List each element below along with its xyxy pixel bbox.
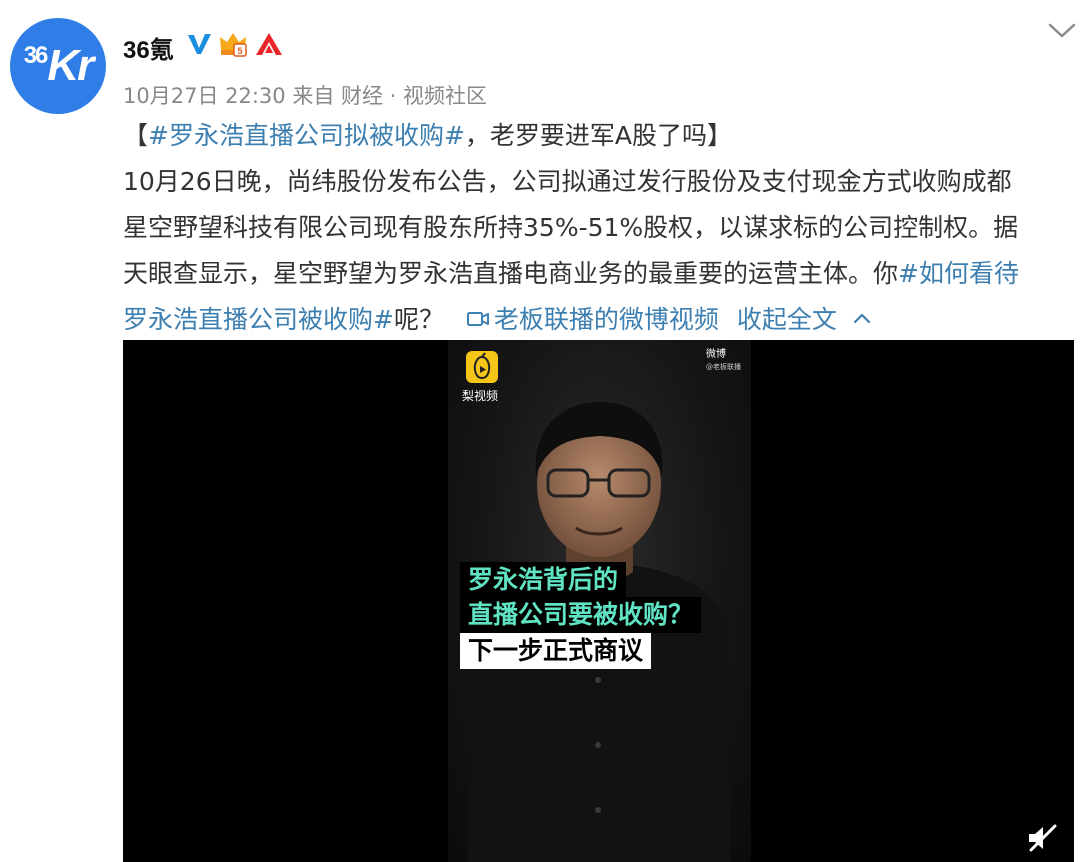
caption-line-1: 罗永浩背后的 [460,562,627,598]
collapse-text-button[interactable]: 收起全文 [737,305,871,334]
post-title-line: 【#罗永浩直播公司拟被收购#，老罗要进军A股了吗】 [123,113,1073,159]
video-player[interactable]: 梨视频 微博 @老板联播 罗永浩背后的 直播公司要被收购？ 下一步正式商议 [123,340,1074,862]
hashtag2-link-part1[interactable]: #如何看待 [898,259,1019,288]
body-line-4: 罗永浩直播公司被收购#呢？ 老板联播的微博视频 收起全文 [123,297,1073,343]
chevron-down-icon[interactable] [1045,17,1079,43]
crown-member-icon[interactable]: 5 [218,30,248,58]
weibo-watermark-text: 微博 [706,349,726,360]
badge-row: 5 [186,30,284,58]
video-link-label: 老板联播的微博视频 [493,305,719,334]
username[interactable]: 36氪 [123,30,174,65]
pear-video-logo-icon [466,351,498,383]
weibo-watermark-sub: @老板联播 [706,363,741,371]
body-line-1: 10月26日晚，尚纬股份发布公告，公司拟通过发行股份及支付现金方式收购成都 [123,167,1012,196]
video-source-link[interactable]: 老板联播的微博视频 [466,305,719,334]
hashtag2-link-part2[interactable]: 罗永浩直播公司被收购# [123,305,394,334]
weibo-watermark: 微博 @老板联播 [706,349,741,373]
caption-line-2: 直播公司要被收购？ [460,597,702,633]
post-source: 来自 财经 · 视频社区 [292,84,488,108]
body-line-3: 天眼查显示，星空野望为罗永浩直播电商业务的最重要的运营主体。你#如何看待 [123,251,1073,297]
body-line-3-text: 天眼查显示，星空野望为罗永浩直播电商业务的最重要的运营主体。你 [123,259,899,288]
body-line-4-tail: 呢？ [393,305,444,334]
chevron-up-icon [853,313,871,324]
body-line-2: 星空野望科技有限公司现有股东所持35%-51%股权，以谋求标的公司控制权。据 [123,213,1019,242]
video-link-icon [466,312,489,326]
collapse-label: 收起全文 [736,305,837,334]
title-bracket: 【 [123,121,149,150]
avatar-text-kr: Kr [47,41,94,90]
post-timestamp[interactable]: 10月27日 22:30 [123,84,286,108]
verified-v-icon[interactable] [186,31,212,57]
mute-icon[interactable] [1025,823,1059,853]
post-content: 【#罗永浩直播公司拟被收购#，老罗要进军A股了吗】 10月26日晚，尚纬股份发布… [123,113,1073,343]
caption-line-3: 下一步正式商议 [460,633,652,669]
svg-text:5: 5 [237,46,242,56]
title-rest: ，老罗要进军A股了吗】 [464,121,733,150]
post-meta: 10月27日 22:30 来自 财经 · 视频社区 [123,80,487,110]
avatar-text-36: 36 [23,42,49,69]
avatar[interactable]: 36 Kr [10,18,106,114]
red-arrow-icon[interactable] [254,31,284,57]
hashtag-link[interactable]: #罗永浩直播公司拟被收购# [148,121,465,150]
video-frame: 梨视频 微博 @老板联播 罗永浩背后的 直播公司要被收购？ 下一步正式商议 [448,340,751,862]
